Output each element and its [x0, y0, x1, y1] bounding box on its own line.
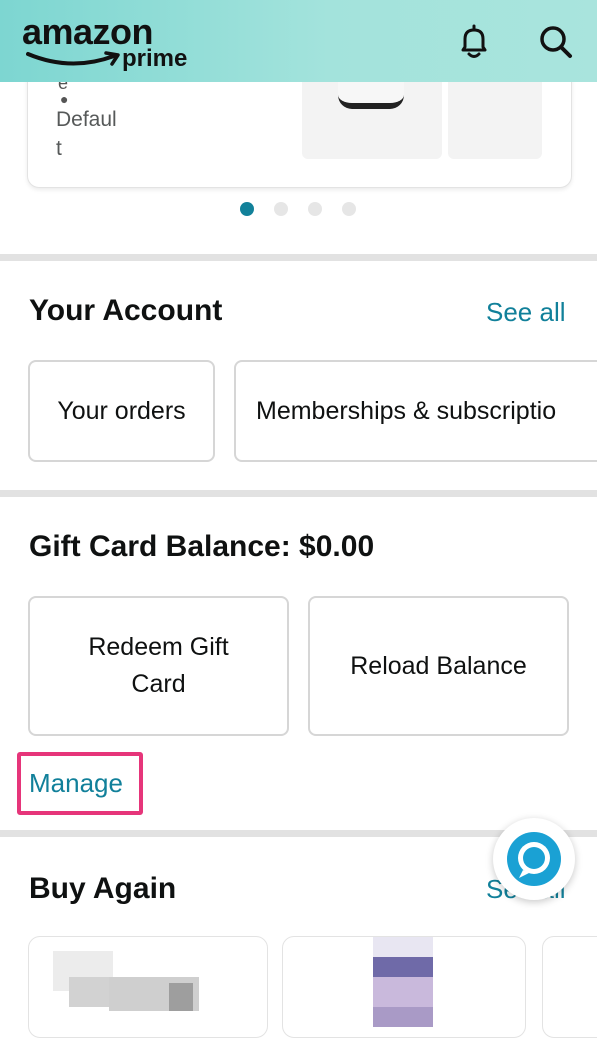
product-image-blurred — [373, 957, 433, 977]
your-account-title: Your Account — [29, 294, 223, 327]
buy-again-product-card[interactable] — [28, 936, 268, 1038]
card-text-line: t — [56, 137, 62, 160]
carousel-card-text: Defaul t — [56, 105, 136, 163]
section-divider — [0, 254, 597, 261]
app-header: amazon prime — [0, 0, 597, 82]
your-orders-button[interactable]: Your orders — [28, 360, 215, 462]
section-divider — [0, 490, 597, 497]
amazon-prime-logo[interactable]: amazon prime — [22, 12, 212, 74]
gift-card-balance-title: Gift Card Balance: $0.00 — [29, 530, 375, 563]
reload-balance-button[interactable]: Reload Balance — [308, 596, 569, 736]
carousel-pagination — [240, 202, 356, 216]
memberships-subscriptions-button[interactable]: Memberships & subscriptio — [234, 360, 597, 462]
redeem-gift-card-button[interactable]: Redeem Gift Card — [28, 596, 289, 736]
pagination-dot-active[interactable] — [240, 202, 254, 216]
buy-again-title: Buy Again — [29, 872, 177, 905]
card-text-line: Defaul — [56, 108, 117, 131]
pagination-dot[interactable] — [308, 202, 322, 216]
smile-arrow-icon — [26, 51, 120, 66]
product-image-blurred — [169, 983, 193, 1011]
product-image-blurred — [373, 1007, 433, 1027]
pagination-dot[interactable] — [274, 202, 288, 216]
bell-icon[interactable] — [454, 22, 494, 62]
buy-again-product-card[interactable] — [542, 936, 597, 1038]
manage-link[interactable]: Manage — [29, 768, 123, 799]
your-account-see-all-link[interactable]: See all — [486, 297, 566, 328]
alexa-icon — [507, 832, 561, 886]
product-image-blurred — [69, 977, 109, 1007]
product-image-blurred — [373, 937, 433, 957]
product-image-blurred — [373, 977, 433, 1007]
pagination-dot[interactable] — [342, 202, 356, 216]
search-icon[interactable] — [536, 22, 576, 62]
logo-prime-text: prime — [122, 45, 188, 72]
alexa-button[interactable] — [493, 818, 575, 900]
buy-again-product-card[interactable] — [282, 936, 526, 1038]
